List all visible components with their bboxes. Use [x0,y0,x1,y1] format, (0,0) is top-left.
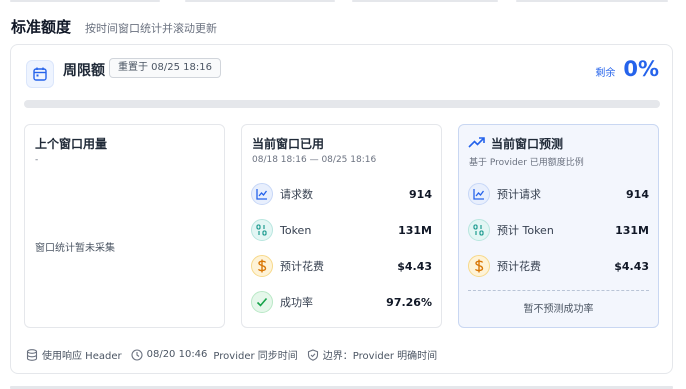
forecast-note: 暂不预测成功率 [523,304,594,315]
current-window-card: 当前窗口已用 08/18 18:16 — 08/25 18:16 请求数 914… [241,124,442,328]
section-subtitle: 按时间窗口统计并滚动更新 [85,22,218,35]
metric-value: 97.26% [386,295,432,309]
binary-icon [468,219,490,241]
section-header: 标准额度 按时间窗口统计并滚动更新 [11,16,217,37]
metric-requests: 请求数 914 [251,182,432,206]
remaining-label: 剩余 [595,68,616,79]
previous-window-subtitle: - [35,155,39,165]
database-icon [26,348,38,361]
metric-cost: 预计花费 $4.43 [251,254,432,278]
metric-label: 预计 Token [497,224,554,237]
metric-value: 131M [615,223,649,237]
quota-title: 周限额 [63,63,105,79]
forecast-card: 当前窗口预测 基于 Provider 已用额度比例 预计请求 914 预计 To… [458,124,659,328]
top-tab-strip [0,0,686,2]
check-icon [251,291,273,313]
forecast-token: 预计 Token 131M [468,218,649,242]
previous-window-card: 上个窗口用量 - 窗口统计暂未采集 [24,124,225,328]
calendar-icon [26,60,54,88]
divider [468,290,649,291]
sync-time: 08/20 10:46 [146,349,208,360]
clock-icon [131,348,143,361]
weekly-quota-panel: 周限额 重置于 08/25 18:16 剩余 0% 上个窗口用量 - 窗口统计暂… [10,44,673,374]
remaining-indicator: 剩余 0% [595,57,659,81]
current-window-title: 当前窗口已用 [252,137,325,151]
metric-label: 预计请求 [497,188,541,201]
previous-window-title: 上个窗口用量 [35,137,108,151]
source-text: 使用响应 Header [42,351,122,362]
boundary-item: 边界：Provider 明确时间 [307,347,437,362]
metric-label: 预计花费 [497,260,541,273]
source-item: 使用响应 Header [26,347,122,362]
trending-up-icon [468,137,485,148]
remaining-percent: 0% [623,57,659,81]
dollar-icon [251,255,273,277]
metric-label: 预计花费 [280,260,324,273]
metric-value: 131M [398,223,432,237]
section-title: 标准额度 [11,18,72,36]
metric-label: 请求数 [280,188,313,201]
shield-icon [307,348,318,361]
chart-icon [251,183,273,205]
metric-token: Token 131M [251,218,432,242]
metric-success-rate: 成功率 97.26% [251,290,432,314]
metric-value: $4.43 [397,259,432,273]
metric-value: 914 [409,187,432,201]
dollar-icon [468,255,490,277]
forecast-title: 当前窗口预测 [491,137,564,151]
sync-label: Provider 同步时间 [213,351,298,362]
metric-label: Token [280,223,312,237]
forecast-subtitle: 基于 Provider 已用额度比例 [469,158,584,168]
binary-icon [251,219,273,241]
metric-label: 成功率 [280,296,313,309]
forecast-requests: 预计请求 914 [468,182,649,206]
boundary-text: 边界：Provider 明确时间 [322,351,438,362]
quota-progress-bar [24,100,660,108]
chart-icon [468,183,490,205]
previous-window-empty-note: 窗口统计暂未采集 [35,243,115,254]
quota-footer: 使用响应 Header 08/20 10:46 Provider 同步时间 边界… [26,347,446,362]
reset-time-badge: 重置于 08/25 18:16 [109,58,221,78]
sync-item: 08/20 10:46 Provider 同步时间 [131,347,298,362]
metric-value: $4.43 [614,259,649,273]
forecast-cost: 预计花费 $4.43 [468,254,649,278]
metric-value: 914 [626,187,649,201]
current-window-range: 08/18 18:16 — 08/25 18:16 [252,155,377,165]
